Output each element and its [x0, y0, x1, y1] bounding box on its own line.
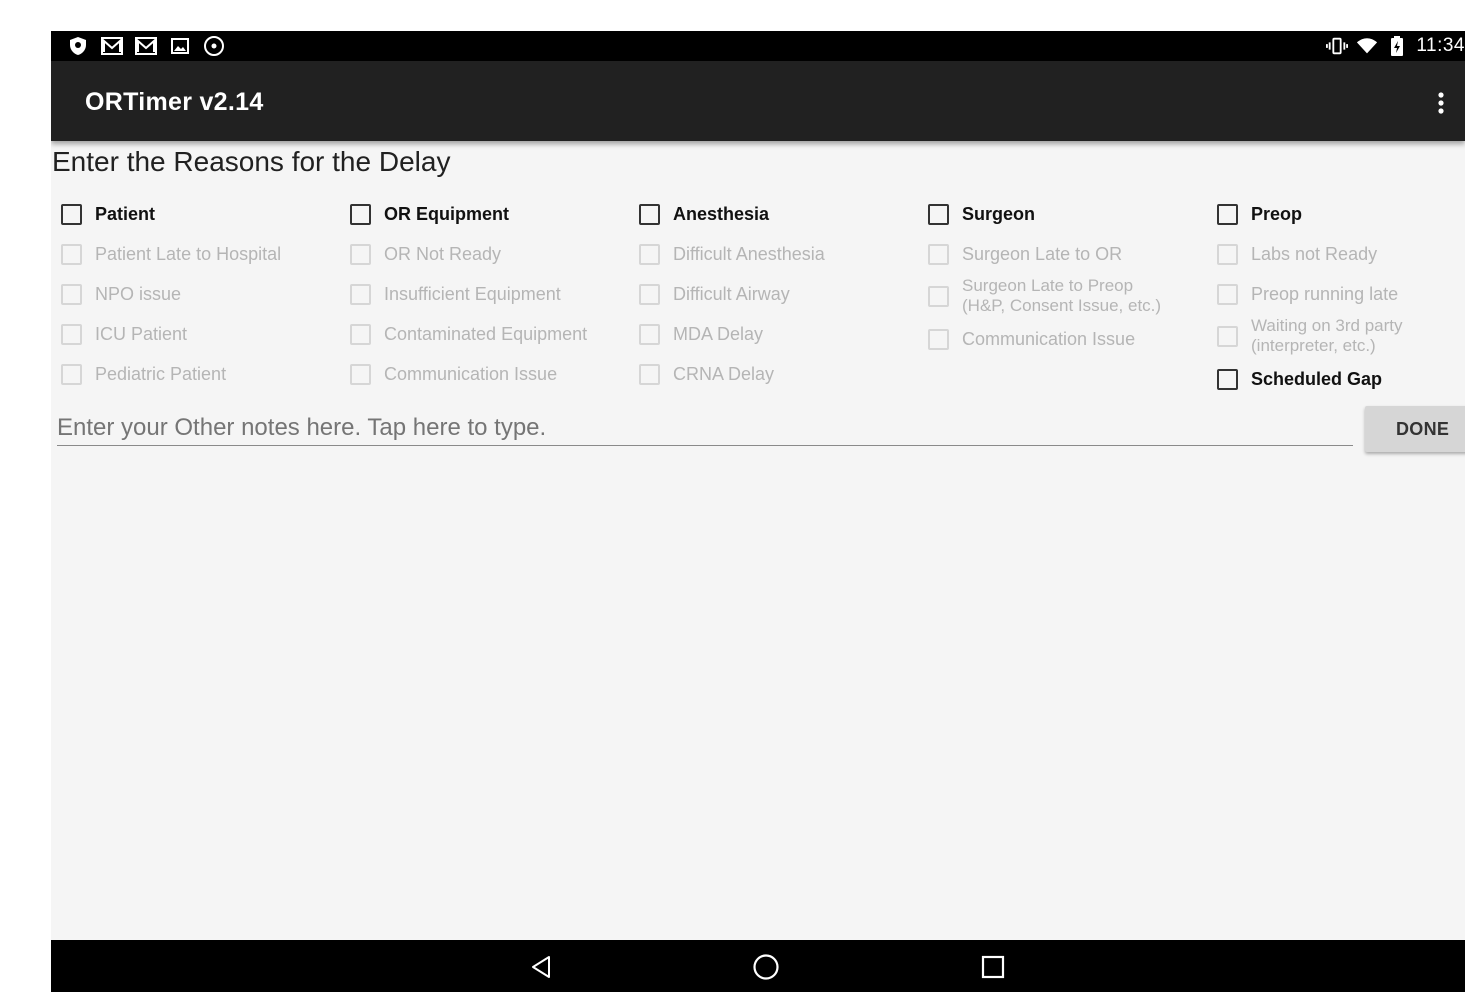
reason-label: ICU Patient [95, 324, 188, 344]
checkbox[interactable] [1217, 325, 1238, 347]
category-checkbox-surgeon[interactable]: Surgeon [918, 199, 1208, 229]
notification-icons [67, 35, 225, 57]
reason-checkbox[interactable]: Contaminated Equipment [340, 319, 630, 349]
checkbox[interactable] [350, 283, 371, 305]
other-notes-input[interactable] [57, 411, 1353, 446]
checkbox[interactable] [61, 283, 82, 305]
gmail-icon [101, 35, 123, 57]
reason-checkbox[interactable]: ICU Patient [51, 319, 341, 349]
checkbox[interactable] [1217, 203, 1238, 225]
reason-label: Contaminated Equipment [384, 324, 588, 344]
category-checkbox-preop[interactable]: Preop [1207, 199, 1465, 229]
reason-checkbox[interactable]: Insufficient Equipment [340, 279, 630, 309]
reason-checkbox[interactable]: Labs not Ready [1207, 239, 1465, 269]
reason-checkbox[interactable]: Communication Issue [918, 324, 1208, 354]
reason-label: Surgeon Late to Preop (H&P, Consent Issu… [962, 276, 1162, 315]
checkbox[interactable] [639, 283, 660, 305]
checkbox[interactable] [350, 323, 371, 345]
checkbox[interactable] [1217, 368, 1238, 390]
reason-checkbox[interactable]: Difficult Airway [629, 279, 919, 309]
status-bar: 11:34 [51, 31, 1465, 61]
reason-checkbox[interactable]: Surgeon Late to OR [918, 239, 1208, 269]
reason-label: Waiting on 3rd party (interpreter, etc.) [1251, 316, 1403, 355]
reason-label: Preop running late [1251, 284, 1399, 304]
vibrate-icon [1326, 35, 1349, 57]
category-label: OR Equipment [384, 204, 509, 224]
reason-checkbox[interactable]: Communication Issue [340, 359, 630, 389]
reason-checkbox[interactable]: Surgeon Late to Preop (H&P, Consent Issu… [918, 276, 1208, 316]
reason-label: Difficult Airway [673, 284, 790, 304]
category-label: Anesthesia [673, 204, 770, 224]
device-screen: 11:34 ORTimer v2.14 Enter the Reasons fo… [51, 31, 1465, 992]
checkbox[interactable] [639, 203, 660, 225]
reason-checkbox[interactable]: Patient Late to Hospital [51, 239, 341, 269]
checkbox[interactable] [61, 203, 82, 225]
checkbox[interactable] [928, 243, 949, 265]
category-checkbox-or-equipment[interactable]: OR Equipment [340, 199, 630, 229]
clock: 11:34 [1416, 35, 1465, 56]
reason-label: MDA Delay [673, 324, 764, 344]
reason-checkbox[interactable]: Pediatric Patient [51, 359, 341, 389]
done-button[interactable]: DONE [1365, 406, 1465, 452]
reason-label: Labs not Ready [1251, 244, 1378, 264]
reason-checkbox[interactable]: NPO issue [51, 279, 341, 309]
overflow-menu-icon[interactable] [1427, 89, 1455, 117]
reason-label: Pediatric Patient [95, 364, 227, 384]
category-label: Preop [1251, 204, 1303, 224]
image-icon [169, 35, 191, 57]
checkbox[interactable] [1217, 283, 1238, 305]
reason-checkbox[interactable]: MDA Delay [629, 319, 919, 349]
category-checkbox-patient[interactable]: Patient [51, 199, 341, 229]
app-bar: ORTimer v2.14 [51, 61, 1465, 141]
gmail-icon [135, 35, 157, 57]
category-checkbox-anesthesia[interactable]: Anesthesia [629, 199, 919, 229]
checkbox[interactable] [350, 363, 371, 385]
reason-label: Surgeon Late to OR [962, 244, 1123, 264]
recents-icon[interactable] [979, 953, 1007, 981]
reason-checkbox[interactable]: Preop running late [1207, 279, 1465, 309]
checkbox[interactable] [639, 323, 660, 345]
page-heading: Enter the Reasons for the Delay [52, 146, 451, 177]
system-icons: 11:34 [1326, 35, 1465, 57]
reason-checkbox[interactable]: OR Not Ready [340, 239, 630, 269]
back-icon[interactable] [527, 953, 555, 981]
category-label: Patient [95, 204, 156, 224]
reason-label: Insufficient Equipment [384, 284, 561, 304]
checkbox[interactable] [928, 285, 949, 307]
reason-checkbox[interactable]: CRNA Delay [629, 359, 919, 389]
wifi-icon [1356, 35, 1378, 57]
category-label: Scheduled Gap [1251, 369, 1383, 389]
reason-label: NPO issue [95, 284, 182, 304]
checkbox[interactable] [928, 328, 949, 350]
checkbox[interactable] [928, 203, 949, 225]
battery-charging-icon [1386, 35, 1408, 57]
checkbox[interactable] [61, 243, 82, 265]
checkbox[interactable] [639, 243, 660, 265]
category-label: Surgeon [962, 204, 1036, 224]
reason-label: CRNA Delay [673, 364, 775, 384]
app-title: ORTimer v2.14 [85, 88, 264, 116]
checkbox[interactable] [61, 363, 82, 385]
checkbox[interactable] [61, 323, 82, 345]
checkbox[interactable] [639, 363, 660, 385]
navigation-bar [51, 940, 1465, 992]
checkbox[interactable] [350, 203, 371, 225]
home-icon[interactable] [752, 953, 780, 981]
reason-label: Difficult Anesthesia [673, 244, 825, 264]
reason-label: Patient Late to Hospital [95, 244, 282, 264]
reason-label: Communication Issue [384, 364, 558, 384]
category-checkbox-scheduled-gap[interactable]: Scheduled Gap [1207, 364, 1465, 394]
checkbox[interactable] [350, 243, 371, 265]
reason-label: Communication Issue [962, 329, 1136, 349]
reason-checkbox[interactable]: Difficult Anesthesia [629, 239, 919, 269]
checkbox[interactable] [1217, 243, 1238, 265]
reason-checkbox[interactable]: Waiting on 3rd party (interpreter, etc.) [1207, 316, 1465, 356]
reason-label: OR Not Ready [384, 244, 502, 264]
shield-icon [67, 35, 89, 57]
sync-icon [203, 35, 225, 57]
